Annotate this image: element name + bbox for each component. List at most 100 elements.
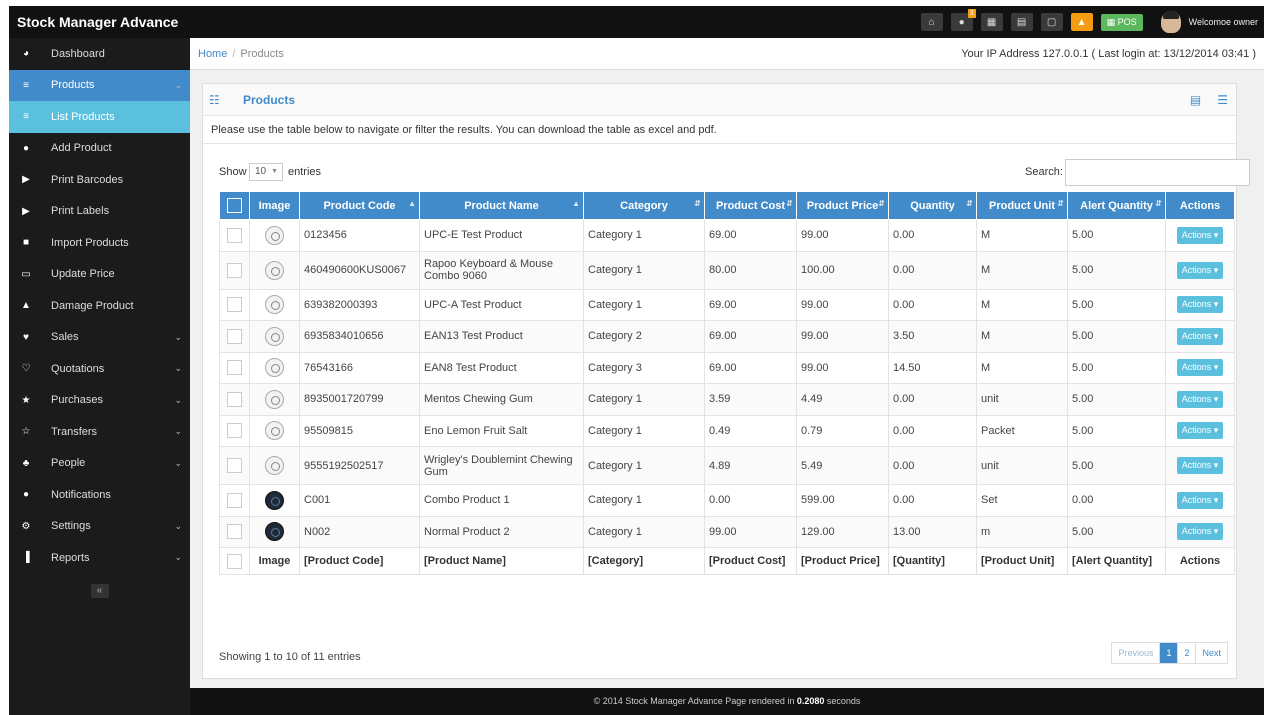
file-excel-icon[interactable]: ▤ xyxy=(1190,93,1201,107)
table-row[interactable]: 8935001720799 Mentos Chewing Gum Category … xyxy=(219,383,1235,416)
sidebar-item-settings[interactable]: ⚙ Settings ⌄ xyxy=(9,511,190,543)
cell-product-unit: unit xyxy=(976,446,1068,485)
sidebar-item-people[interactable]: ♣ People ⌄ xyxy=(9,448,190,480)
sidebar-item-damage-product[interactable]: ▲ Damage Product xyxy=(9,290,190,322)
select-checkbox[interactable] xyxy=(227,553,242,569)
table-row[interactable]: C001 Combo Product 1 Category 1 0.00 599.00 0… xyxy=(219,484,1235,517)
footer-filter-product-unit[interactable]: [Product Unit] xyxy=(976,547,1068,575)
actions-dropdown-button[interactable]: Actions ▾ xyxy=(1176,327,1224,345)
sidebar-item-purchases[interactable]: ★ Purchases ⌄ xyxy=(9,385,190,417)
sidebar-item-list-products[interactable]: ≡ List Products xyxy=(9,101,190,133)
table-row[interactable]: 639382000393 UPC-A Test Product Category 1… xyxy=(219,288,1235,321)
user-avatar[interactable] xyxy=(1160,11,1181,33)
select-all-checkbox[interactable] xyxy=(227,198,242,213)
actions-dropdown-button[interactable]: Actions ▾ xyxy=(1176,226,1224,244)
actions-dropdown-button[interactable]: Actions ▾ xyxy=(1176,523,1224,541)
search-input[interactable] xyxy=(1065,159,1250,186)
product-thumbnail[interactable] xyxy=(265,456,284,475)
sidebar-item-update-price[interactable]: ▭ Update Price xyxy=(9,259,190,291)
table-row[interactable]: 0123456 UPC-E Test Product Category 1 69.00… xyxy=(219,219,1235,252)
product-thumbnail[interactable] xyxy=(265,225,284,245)
row-checkbox[interactable] xyxy=(227,262,242,278)
product-thumbnail[interactable] xyxy=(265,522,284,542)
sort-icon: ⇵ xyxy=(1155,199,1162,208)
sidebar-item-reports[interactable]: ▐ Reports ⌄ xyxy=(9,542,190,574)
product-thumbnail[interactable] xyxy=(265,389,284,409)
actions-dropdown-button[interactable]: Actions ▾ xyxy=(1176,422,1224,440)
home-icon[interactable]: ⌂ xyxy=(920,13,943,31)
column-header-product-code[interactable]: Product Code ▲ xyxy=(299,191,420,220)
pos-button[interactable]: ▦ POS xyxy=(1100,13,1143,31)
sidebar-item-print-barcodes[interactable]: ▶ Print Barcodes xyxy=(9,164,190,196)
cart-icon[interactable]: ▢ xyxy=(1040,13,1063,31)
column-header-alert-quantity[interactable]: Alert Quantity ⇵ xyxy=(1067,191,1166,220)
row-checkbox[interactable] xyxy=(227,524,242,540)
info-icon[interactable]: ● 3 xyxy=(950,9,976,31)
sidebar-item-print-labels[interactable]: ▶ Print Labels xyxy=(9,196,190,228)
sidebar-item-import-products[interactable]: ■ Import Products xyxy=(9,227,190,259)
table-row[interactable]: 6935834010656 EAN13 Test Product Category … xyxy=(219,320,1235,353)
row-checkbox[interactable] xyxy=(227,391,242,407)
sidebar-collapse-button[interactable]: « xyxy=(90,583,109,598)
column-header-product-price[interactable]: Product Price ⇵ xyxy=(796,191,889,220)
column-header-category[interactable]: Category ⇵ xyxy=(583,191,705,220)
pagination-next[interactable]: Next xyxy=(1196,643,1227,663)
product-thumbnail[interactable] xyxy=(265,326,284,346)
pagination-previous[interactable]: Previous xyxy=(1112,643,1161,663)
product-thumbnail[interactable] xyxy=(265,260,284,280)
pagination-page-1[interactable]: 1 xyxy=(1160,643,1179,663)
column-header-product-name[interactable]: Product Name ▲ xyxy=(419,191,584,220)
sidebar-item-transfers[interactable]: ☆ Transfers ⌄ xyxy=(9,416,190,448)
entries-select[interactable]: 10 ▼ xyxy=(249,163,283,181)
actions-dropdown-button[interactable]: Actions ▾ xyxy=(1176,491,1224,509)
sidebar-item-dashboard[interactable]: ◕ Dashboard xyxy=(9,38,190,70)
calculator-icon[interactable]: ▤ xyxy=(1010,13,1033,31)
table-row[interactable]: N002 Normal Product 2 Category 1 99.00 129.0… xyxy=(219,515,1235,548)
row-checkbox[interactable] xyxy=(227,423,242,439)
product-thumbnail[interactable] xyxy=(265,295,284,315)
column-header-product-cost[interactable]: Product Cost ⇵ xyxy=(704,191,797,220)
breadcrumb-home[interactable]: Home xyxy=(198,48,227,60)
row-checkbox[interactable] xyxy=(227,227,242,243)
sidebar-item-notifications[interactable]: ● Notifications xyxy=(9,479,190,511)
actions-dropdown-button[interactable]: Actions ▾ xyxy=(1176,457,1224,474)
column-header-quantity[interactable]: Quantity ⇵ xyxy=(888,191,977,220)
actions-dropdown-button[interactable]: Actions ▾ xyxy=(1176,390,1224,408)
table-row[interactable]: 460490600KUS0067 Rapoo Keyboard & Mouse C… xyxy=(219,250,1235,290)
row-checkbox[interactable] xyxy=(227,297,242,313)
product-thumbnail[interactable] xyxy=(265,358,284,378)
actions-dropdown-button[interactable]: Actions ▾ xyxy=(1176,296,1224,314)
table-row[interactable]: 9555192502517 Wrigley's Doublemint Chewin… xyxy=(219,446,1235,485)
pagination-page-2[interactable]: 2 xyxy=(1178,643,1197,663)
footer-filter-product-code[interactable]: [Product Code] xyxy=(299,547,420,575)
sidebar-item-quotations[interactable]: ♡ Quotations ⌄ xyxy=(9,353,190,385)
footer-filter-product-name[interactable]: [Product Name] xyxy=(419,547,584,575)
row-checkbox[interactable] xyxy=(227,360,242,376)
row-checkbox[interactable] xyxy=(227,458,242,473)
product-thumbnail[interactable] xyxy=(265,490,284,510)
footer-filter-category[interactable]: [Category] xyxy=(583,547,705,575)
app-brand[interactable]: Stock Manager Advance xyxy=(17,14,178,30)
table-row[interactable]: 95509815 Eno Lemon Fruit Salt Category 1 0.… xyxy=(219,414,1235,447)
row-checkbox[interactable] xyxy=(227,328,242,344)
footer-filter-quantity[interactable]: [Quantity] xyxy=(888,547,977,575)
column-header-product-unit[interactable]: Product Unit ⇵ xyxy=(976,191,1068,220)
table-row[interactable]: 76543166 EAN8 Test Product Category 3 69.00… xyxy=(219,351,1235,384)
cell-product-name: Normal Product 2 xyxy=(419,515,584,548)
actions-dropdown-button[interactable]: Actions ▾ xyxy=(1176,261,1224,279)
footer-filter-product-cost[interactable]: [Product Cost] xyxy=(704,547,797,575)
actions-dropdown-button[interactable]: Actions ▾ xyxy=(1176,359,1224,377)
footer-filter-product-price[interactable]: [Product Price] xyxy=(796,547,889,575)
product-thumbnail[interactable] xyxy=(265,421,284,441)
list-icon[interactable]: ☰ xyxy=(1217,93,1228,107)
sidebar-item-add-product[interactable]: ● Add Product xyxy=(9,133,190,165)
row-checkbox[interactable] xyxy=(227,492,242,508)
sidebar-item-label: Reports xyxy=(51,551,90,564)
sidebar-item-products[interactable]: ≡ Products ⌄ xyxy=(9,69,190,101)
footer-filter-alert-quantity[interactable]: [Alert Quantity] xyxy=(1067,547,1166,575)
actions-cell: Actions ▾ xyxy=(1165,484,1235,517)
calendar-icon[interactable]: ▦ xyxy=(980,13,1003,31)
warning-icon[interactable]: ▲ xyxy=(1070,13,1093,31)
welcome-user[interactable]: Welcomoe owner xyxy=(1189,17,1258,27)
sidebar-item-sales[interactable]: ♥ Sales ⌄ xyxy=(9,322,190,354)
